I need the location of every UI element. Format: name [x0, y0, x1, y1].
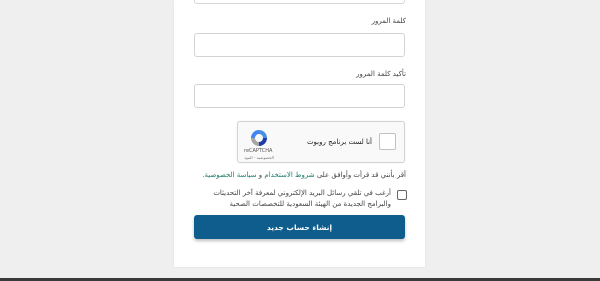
password-input[interactable] — [194, 33, 405, 57]
terms-link[interactable]: شروط الاستخدام — [264, 171, 314, 179]
subscribe-checkbox[interactable] — [397, 190, 407, 200]
recaptcha-checkbox-label: أنا لست برنامج روبوت — [306, 138, 372, 146]
agree-and: و — [258, 171, 263, 179]
create-account-button[interactable]: إنشاء حساب جديد — [194, 215, 405, 239]
agree-prefix: أقر بأنني قد قرأت وأوافق على — [316, 171, 406, 179]
recaptcha-checkbox[interactable] — [379, 133, 396, 150]
subscribe-label: أرغب في تلقي رسائل البريد الإلكتروني لمع… — [213, 189, 391, 208]
recaptcha-widget: أنا لست برنامج روبوت reCAPTCHA الخصوصية … — [237, 121, 405, 163]
previous-field[interactable] — [194, 0, 405, 4]
terms-agreement: أقر بأنني قد قرأت وأوافق على شروط الاستخ… — [202, 171, 406, 179]
confirm-password-input[interactable] — [194, 84, 405, 108]
register-form-card: كلمة المرور تأكيد كلمة المرور أنا لست بر… — [174, 0, 425, 267]
recaptcha-logo-icon — [251, 130, 267, 146]
password-label: كلمة المرور — [371, 17, 406, 25]
privacy-link[interactable]: سياسة الخصوصية. — [202, 171, 256, 179]
recaptcha-links[interactable]: الخصوصية - البنود — [244, 155, 274, 160]
confirm-password-label: تأكيد كلمة المرور — [356, 70, 406, 78]
recaptcha-brand: reCAPTCHA — [244, 148, 273, 154]
